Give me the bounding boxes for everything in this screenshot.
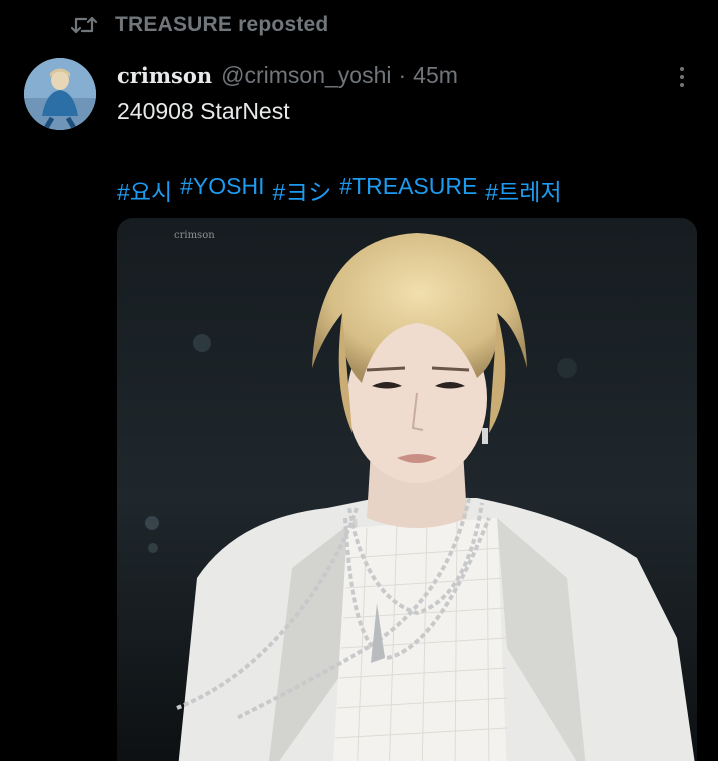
separator-dot: ·	[398, 61, 407, 88]
hashtag-link[interactable]: #YOSHI	[180, 173, 264, 207]
more-dot-icon	[680, 83, 684, 87]
more-options-button[interactable]	[670, 62, 694, 92]
post-text: 240908 StarNest	[117, 98, 290, 124]
tweet-header: crimson @crimson_yoshi · 45m	[117, 58, 458, 92]
concert-photo	[117, 218, 697, 761]
hashtag-link[interactable]: #ヨシ	[273, 173, 332, 207]
repost-label: TREASURE reposted	[115, 13, 329, 36]
hashtag-link[interactable]: #트레저	[485, 173, 561, 207]
author-display-name[interactable]: crimson	[117, 63, 212, 88]
repost-icon	[70, 14, 98, 36]
more-dot-icon	[680, 67, 684, 71]
author-handle[interactable]: @crimson_yoshi	[221, 62, 391, 89]
post-timestamp[interactable]: 45m	[413, 62, 458, 89]
hashtag-link[interactable]: #요시	[117, 173, 172, 207]
hashtag-list: #요시 #YOSHI #ヨシ #TREASURE #트레저	[117, 173, 570, 207]
repost-tweet[interactable]: TREASURE reposted crimson @crimson_yoshi…	[0, 0, 718, 761]
avatar[interactable]	[24, 58, 96, 130]
post-image[interactable]: crimson	[117, 218, 697, 761]
repost-indicator[interactable]: TREASURE reposted	[70, 10, 328, 40]
hashtag-link[interactable]: #TREASURE	[339, 173, 477, 207]
image-watermark: crimson	[174, 230, 215, 241]
more-dot-icon	[680, 75, 684, 79]
